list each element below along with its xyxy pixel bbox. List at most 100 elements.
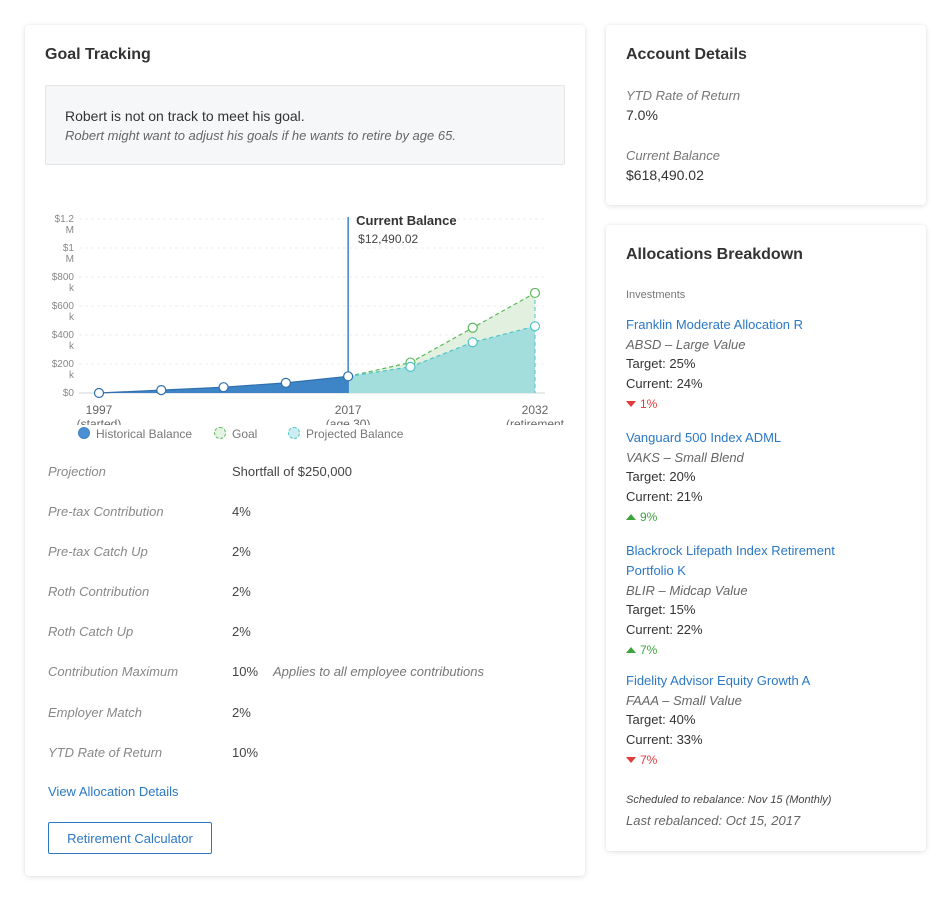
projected-point <box>467 337 478 348</box>
detail-label: Pre-tax Catch Up <box>48 544 148 559</box>
detail-value: 10% <box>232 745 259 760</box>
account-details-card: Account Details YTD Rate of Return 7.0% … <box>606 25 926 205</box>
fund-change-value: 9% <box>640 510 658 524</box>
detail-row: Pre-tax Catch Up 2% <box>48 544 548 564</box>
arrow-down-icon <box>626 757 636 763</box>
detail-label: Employer Match <box>48 705 142 720</box>
current-balance-amount: $618,490.02 <box>626 167 704 183</box>
allocations-title: Allocations Breakdown <box>626 246 803 263</box>
detail-label: Contribution Maximum <box>48 664 179 679</box>
fund-name-link[interactable]: Fidelity Advisor Equity Growth A <box>626 671 916 691</box>
fund-name-line1[interactable]: Blackrock Lifepath Index Retirement <box>626 543 835 558</box>
legend-goal: Goal <box>214 427 257 441</box>
detail-row: YTD Rate of Return 10% <box>48 745 548 765</box>
y-tick-label: $800 <box>52 272 75 283</box>
account-details-title: Account Details <box>626 46 747 63</box>
fund-name-link[interactable]: Blackrock Lifepath Index Retirement Portf… <box>626 541 916 581</box>
y-tick-unit: M <box>66 254 74 265</box>
y-tick-label: $200 <box>52 359 75 370</box>
goal-alert: Robert is not on track to meet his goal.… <box>45 85 565 165</box>
fund-target: Target: 20% <box>626 469 696 484</box>
fund-item: Blackrock Lifepath Index Retirement Portf… <box>626 541 916 660</box>
y-tick-label: $400 <box>52 330 75 341</box>
y-tick-unit: k <box>69 312 75 323</box>
detail-value: 2% <box>232 705 251 720</box>
goal-alert-message: Robert is not on track to meet his goal. <box>65 108 305 124</box>
goal-dot-icon <box>214 427 226 439</box>
current-balance-title: Current Balance <box>356 213 456 228</box>
detail-row: Pre-tax Contribution 4% <box>48 504 548 524</box>
projected-point <box>405 361 416 372</box>
x-tick-label: 2032 <box>522 403 549 417</box>
goal-alert-hint: Robert might want to adjust his goals if… <box>65 128 456 143</box>
allocations-card: Allocations Breakdown Investments Frankl… <box>606 225 926 851</box>
detail-label: Roth Catch Up <box>48 624 134 639</box>
current-balance-label: Current Balance <box>626 148 720 163</box>
legend-historical: Historical Balance <box>78 427 192 441</box>
legend-projected-label: Projected Balance <box>306 427 404 441</box>
fund-current: Current: 33% <box>626 732 703 747</box>
detail-value: 10% <box>232 664 259 679</box>
rebalance-schedule: Scheduled to rebalance: Nov 15 (Monthly) <box>626 794 832 806</box>
detail-row: Employer Match 2% <box>48 705 548 725</box>
arrow-down-icon <box>626 401 636 407</box>
x-tick-label: 2017 <box>335 403 362 417</box>
x-tick-sublabel: (age 30) <box>326 417 371 425</box>
legend-projected: Projected Balance <box>288 427 403 441</box>
goal-point <box>467 322 478 333</box>
goal-tracking-card: Goal Tracking Robert is not on track to … <box>25 25 585 876</box>
detail-row: Contribution Maximum 10% Applies to all … <box>48 664 548 684</box>
y-tick-unit: M <box>66 225 74 236</box>
fund-target: Target: 15% <box>626 602 696 617</box>
y-tick-label: $1 <box>63 243 75 254</box>
fund-current: Current: 21% <box>626 489 703 504</box>
last-rebalanced: Last rebalanced: Oct 15, 2017 <box>626 813 801 828</box>
y-tick-label: $0 <box>63 388 75 399</box>
fund-change: 7% <box>626 640 916 660</box>
historical-point <box>280 377 291 388</box>
current-balance-value: $12,490.02 <box>358 232 418 246</box>
detail-row: Roth Catch Up 2% <box>48 624 548 644</box>
fund-item: Franklin Moderate Allocation R ABSD – La… <box>626 315 916 414</box>
detail-value: 4% <box>232 504 251 519</box>
y-tick-unit: k <box>69 283 75 294</box>
historical-point <box>156 385 167 396</box>
detail-label: Pre-tax Contribution <box>48 504 164 519</box>
arrow-up-icon <box>626 647 636 653</box>
investments-header: Investments <box>626 289 686 301</box>
y-tick-label: $1.2 <box>55 214 75 225</box>
arrow-up-icon <box>626 514 636 520</box>
fund-target: Target: 40% <box>626 712 696 727</box>
fund-name-line2[interactable]: Portfolio K <box>626 563 686 578</box>
fund-item: Vanguard 500 Index ADML VAKS – Small Ble… <box>626 428 916 527</box>
fund-change-value: 7% <box>640 753 658 767</box>
x-tick-label: 1997 <box>86 403 113 417</box>
view-allocation-details-link[interactable]: View Allocation Details <box>48 784 179 799</box>
fund-ticker: FAAA – Small Value <box>626 693 742 708</box>
retirement-calculator-button[interactable]: Retirement Calculator <box>48 822 212 854</box>
fund-current: Current: 24% <box>626 376 703 391</box>
fund-name-link[interactable]: Franklin Moderate Allocation R <box>626 315 916 335</box>
fund-current: Current: 22% <box>626 622 703 637</box>
fund-item: Fidelity Advisor Equity Growth A FAAA – … <box>626 671 916 770</box>
ytd-return-label: YTD Rate of Return <box>626 88 741 103</box>
fund-name-link[interactable]: Vanguard 500 Index ADML <box>626 428 916 448</box>
projected-dot-icon <box>288 427 300 439</box>
fund-change: 9% <box>626 507 916 527</box>
fund-change-value: 7% <box>640 643 658 657</box>
legend-goal-label: Goal <box>232 427 258 441</box>
detail-value: 2% <box>232 584 251 599</box>
fund-ticker: ABSD – Large Value <box>626 337 746 352</box>
y-tick-unit: k <box>69 341 75 352</box>
detail-value: 2% <box>232 544 251 559</box>
ytd-return-value: 7.0% <box>626 107 658 123</box>
detail-value: 2% <box>232 624 251 639</box>
detail-row: Roth Contribution 2% <box>48 584 548 604</box>
historical-dot-icon <box>78 427 90 439</box>
y-tick-label: $600 <box>52 301 75 312</box>
detail-label: Projection <box>48 464 106 479</box>
legend-historical-label: Historical Balance <box>96 427 193 441</box>
fund-ticker: BLIR – Midcap Value <box>626 583 748 598</box>
detail-value: Shortfall of $250,000 <box>232 464 352 479</box>
fund-ticker: VAKS – Small Blend <box>626 450 744 465</box>
